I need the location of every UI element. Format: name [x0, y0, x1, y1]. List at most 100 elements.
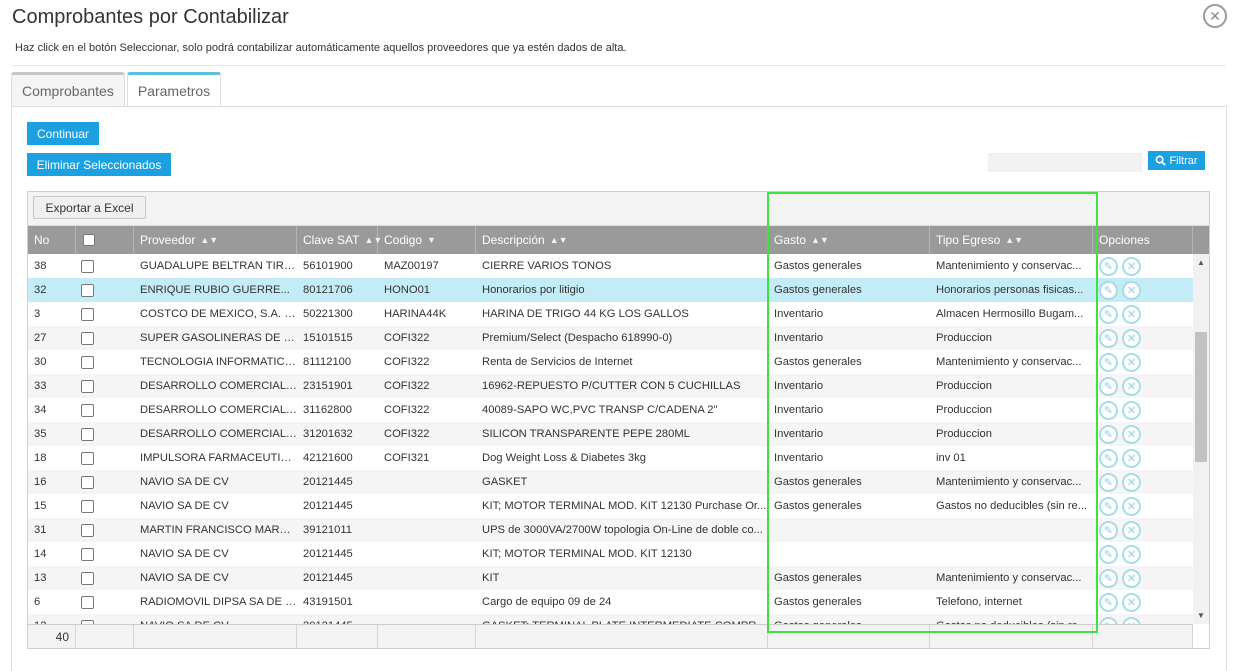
- table-row[interactable]: 32 ENRIQUE RUBIO GUERRE... 80121706 HONO01 H…: [28, 278, 1193, 302]
- table-row[interactable]: 30 TECNOLOGIA INFORMATICA... 81112100 COFI3…: [28, 350, 1193, 374]
- pencil-icon[interactable]: ✎: [1099, 520, 1118, 540]
- close-icon[interactable]: ✕: [1203, 4, 1227, 28]
- pencil-icon[interactable]: ✎: [1099, 280, 1118, 300]
- close-circle-icon[interactable]: ✕: [1122, 400, 1141, 420]
- table-row[interactable]: 27 SUPER GASOLINERAS DE LA... 15101515 COFI…: [28, 326, 1193, 350]
- tab-comprobantes[interactable]: Comprobantes: [11, 72, 125, 107]
- close-circle-icon[interactable]: ✕: [1122, 616, 1141, 624]
- table-row[interactable]: 3 COSTCO DE MEXICO, S.A. D... 50221300 HARI…: [28, 302, 1193, 326]
- table-row[interactable]: 6 RADIOMOVIL DIPSA SA DE CV 43191501 Cargo …: [28, 590, 1193, 614]
- cell-gasto: Gastos generales: [768, 470, 930, 494]
- cell-tipo-egreso: Produccion: [930, 326, 1093, 350]
- eliminar-seleccionados-button[interactable]: Eliminar Seleccionados: [27, 153, 171, 176]
- column-header-select-all[interactable]: [76, 226, 134, 254]
- scroll-up-icon[interactable]: ▲: [1197, 258, 1205, 267]
- close-circle-icon[interactable]: ✕: [1122, 328, 1141, 348]
- close-circle-icon[interactable]: ✕: [1122, 280, 1141, 300]
- row-checkbox[interactable]: [81, 403, 94, 417]
- export-excel-button[interactable]: Exportar a Excel: [33, 196, 146, 219]
- table-row[interactable]: 12 NAVIO SA DE CV20121445 GASKET; TERMINAL…: [28, 614, 1193, 624]
- row-checkbox[interactable]: [81, 427, 94, 441]
- close-circle-icon[interactable]: ✕: [1122, 592, 1141, 612]
- sort-both-icon: ▲▼: [811, 235, 829, 245]
- close-circle-icon[interactable]: ✕: [1122, 352, 1141, 372]
- pencil-icon[interactable]: ✎: [1099, 496, 1118, 516]
- cell-select: [76, 614, 134, 624]
- column-header-descripcion[interactable]: Descripción ▲▼: [476, 226, 768, 254]
- row-checkbox[interactable]: [81, 307, 94, 321]
- pencil-icon[interactable]: ✎: [1099, 472, 1118, 492]
- filter-input[interactable]: [988, 153, 1142, 172]
- pencil-icon[interactable]: ✎: [1099, 544, 1118, 564]
- row-checkbox[interactable]: [81, 547, 94, 561]
- close-circle-icon[interactable]: ✕: [1122, 544, 1141, 564]
- pencil-icon[interactable]: ✎: [1099, 448, 1118, 468]
- close-circle-icon[interactable]: ✕: [1122, 304, 1141, 324]
- filtrar-button[interactable]: Filtrar: [1148, 151, 1205, 170]
- row-checkbox[interactable]: [81, 331, 94, 345]
- row-checkbox[interactable]: [81, 595, 94, 609]
- close-circle-icon[interactable]: ✕: [1122, 520, 1141, 540]
- table-row[interactable]: 35 DESARROLLO COMERCIAL D... 31201632 COFI3…: [28, 422, 1193, 446]
- column-header-tipo-egreso[interactable]: Tipo Egreso ▲▼: [930, 226, 1093, 254]
- cell-gasto: Inventario: [768, 302, 930, 326]
- table-row[interactable]: 33 DESARROLLO COMERCIAL D... 23151901 COFI3…: [28, 374, 1193, 398]
- continuar-button[interactable]: Continuar: [27, 122, 99, 145]
- select-all-checkbox[interactable]: [83, 234, 95, 246]
- row-checkbox[interactable]: [81, 355, 94, 369]
- pencil-icon[interactable]: ✎: [1099, 304, 1118, 324]
- cell-descripcion-text: CIERRE VARIOS TONOS: [482, 260, 612, 272]
- pencil-icon[interactable]: ✎: [1099, 400, 1118, 420]
- column-header-no[interactable]: No: [28, 226, 76, 254]
- table-row[interactable]: 14 NAVIO SA DE CV 20121445 KIT; MOTOR TERMI…: [28, 542, 1193, 566]
- footer-cell: [76, 625, 134, 648]
- close-circle-icon[interactable]: ✕: [1122, 256, 1141, 276]
- close-circle-icon[interactable]: ✕: [1122, 472, 1141, 492]
- column-header-codigo[interactable]: Codigo ▼: [378, 226, 476, 254]
- close-circle-icon[interactable]: ✕: [1122, 568, 1141, 588]
- table-row[interactable]: 16 NAVIO SA DE CV 20121445 GASKET Gastos gen…: [28, 470, 1193, 494]
- cell-proveedor: SUPER GASOLINERAS DE LA...: [134, 326, 297, 350]
- table-row[interactable]: 31 MARTIN FRANCISCO MARTI... 39121011 UPS d…: [28, 518, 1193, 542]
- cell-tipo-egreso-text: Mantenimiento y conservac...: [936, 476, 1082, 488]
- row-checkbox[interactable]: [81, 571, 94, 585]
- row-checkbox[interactable]: [81, 523, 94, 537]
- pencil-icon[interactable]: ✎: [1099, 376, 1118, 396]
- cell-descripcion: KIT: [476, 566, 768, 590]
- pencil-icon[interactable]: ✎: [1099, 616, 1118, 624]
- pencil-icon[interactable]: ✎: [1099, 568, 1118, 588]
- pencil-icon[interactable]: ✎: [1099, 424, 1118, 444]
- row-checkbox[interactable]: [81, 283, 94, 297]
- pencil-icon[interactable]: ✎: [1099, 352, 1118, 372]
- table-row[interactable]: 15 NAVIO SA DE CV 20121445 KIT; MOTOR TERMI…: [28, 494, 1193, 518]
- table-row[interactable]: 34 DESARROLLO COMERCIAL D... 31162800 COFI3…: [28, 398, 1193, 422]
- cell-tipo-egreso: Produccion: [930, 398, 1093, 422]
- close-circle-icon[interactable]: ✕: [1122, 448, 1141, 468]
- scroll-down-icon[interactable]: ▼: [1197, 611, 1205, 620]
- pencil-icon[interactable]: ✎: [1099, 328, 1118, 348]
- scrollbar-thumb[interactable]: [1195, 332, 1207, 462]
- table-row[interactable]: 18 IMPULSORA FARMACEUTIC... 42121600 COFI32…: [28, 446, 1193, 470]
- vertical-scrollbar[interactable]: ▲ ▼: [1193, 254, 1209, 624]
- pencil-icon[interactable]: ✎: [1099, 256, 1118, 276]
- cell-descripcion-text: Dog Weight Loss & Diabetes 3kg: [482, 452, 646, 464]
- close-circle-icon[interactable]: ✕: [1122, 496, 1141, 516]
- close-circle-icon[interactable]: ✕: [1122, 376, 1141, 396]
- row-checkbox[interactable]: [81, 451, 94, 465]
- cell-codigo-text: HARINA44K: [384, 308, 447, 320]
- row-checkbox[interactable]: [81, 259, 94, 273]
- close-circle-icon[interactable]: ✕: [1122, 424, 1141, 444]
- row-checkbox[interactable]: [81, 499, 94, 513]
- cell-gasto-text: Gastos generales: [774, 476, 862, 488]
- cell-select: [76, 422, 134, 446]
- table-row[interactable]: 38 GUADALUPE BELTRAN TIRA... 56101900 MAZ00…: [28, 254, 1193, 278]
- row-checkbox[interactable]: [81, 475, 94, 489]
- column-header-gasto[interactable]: Gasto ▲▼: [768, 226, 930, 254]
- grid-toolbar: Exportar a Excel: [28, 192, 1209, 226]
- table-row[interactable]: 13 NAVIO SA DE CV 20121445 KIT Gastos genera…: [28, 566, 1193, 590]
- column-header-clave-sat[interactable]: Clave SAT ▲▼: [297, 226, 382, 254]
- column-header-proveedor[interactable]: Proveedor ▲▼: [134, 226, 297, 254]
- pencil-icon[interactable]: ✎: [1099, 592, 1118, 612]
- tab-parametros[interactable]: Parametros: [126, 72, 222, 107]
- row-checkbox[interactable]: [81, 379, 94, 393]
